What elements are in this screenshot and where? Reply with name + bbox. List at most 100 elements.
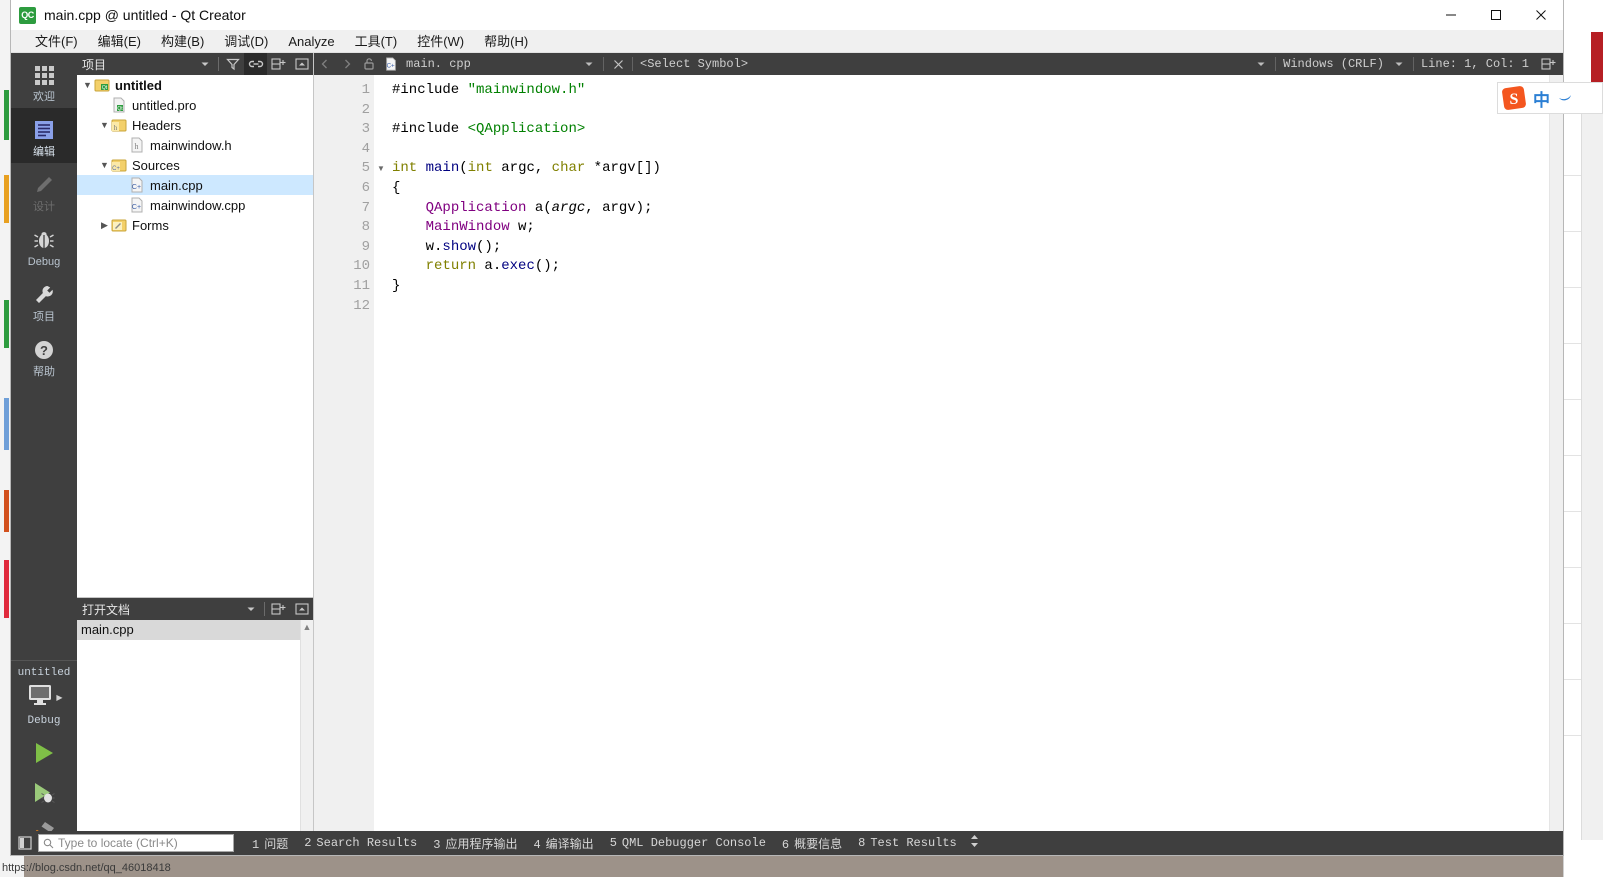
output-pane-general-messages[interactable]: 6 概要信息 bbox=[774, 835, 850, 852]
qt-pro-file-icon: Qt bbox=[111, 97, 127, 113]
menu-window[interactable]: 控件(W) bbox=[407, 30, 474, 53]
mode-button-design[interactable]: 设计 bbox=[11, 163, 77, 218]
sidebar-toggle-icon[interactable] bbox=[11, 831, 38, 855]
run-button[interactable] bbox=[11, 735, 77, 775]
pane-label: Test Results bbox=[870, 836, 957, 850]
minimize-icon[interactable] bbox=[1428, 0, 1473, 30]
line-number: 1 bbox=[361, 82, 370, 98]
tree-label: Forms bbox=[132, 217, 169, 233]
split-plus-icon[interactable] bbox=[1537, 53, 1559, 75]
link-icon[interactable] bbox=[244, 53, 267, 75]
tree-row-main-cpp[interactable]: C+ main.cpp bbox=[77, 175, 313, 195]
mode-button-debug[interactable]: Debug bbox=[11, 218, 77, 273]
code-token: show bbox=[442, 238, 477, 255]
output-pane-problems[interactable]: 1 问题 bbox=[244, 835, 296, 852]
tree-row[interactable]: ▶ Forms bbox=[77, 215, 313, 235]
menu-debug[interactable]: 调试(D) bbox=[214, 30, 278, 53]
qt-creator-logo-icon: QC bbox=[19, 6, 36, 24]
line-number: 11 bbox=[353, 277, 370, 294]
chevron-down-icon[interactable]: ▼ bbox=[98, 160, 111, 170]
chevron-down-icon[interactable] bbox=[239, 598, 262, 620]
project-tree[interactable]: ▼ Qt untitled Qt untitled.pro ▼ h Header… bbox=[77, 75, 313, 597]
open-documents-items: main.cpp bbox=[77, 620, 300, 855]
menu-analyze[interactable]: Analyze bbox=[278, 30, 344, 53]
output-pane-qml-debugger-console[interactable]: 5 QML Debugger Console bbox=[602, 836, 774, 850]
locator-input[interactable]: Type to locate (Ctrl+K) bbox=[38, 834, 234, 852]
funnel-icon[interactable] bbox=[221, 53, 244, 75]
split-plus-icon[interactable] bbox=[267, 53, 290, 75]
svg-text:Qt: Qt bbox=[102, 85, 108, 91]
watermark-text: https://blog.csdn.net/qq_46018418 bbox=[2, 862, 171, 874]
tree-row[interactable]: ▼ h Headers bbox=[77, 115, 313, 135]
mode-button-edit[interactable]: 编辑 bbox=[11, 108, 77, 163]
code-line: MainWindow w; bbox=[392, 218, 1563, 238]
mode-selector-bar: 欢迎 编辑 设计 Debug 项目 ? 帮助 untitled ▶ Debug bbox=[11, 53, 77, 855]
maximize-icon[interactable] bbox=[1473, 0, 1518, 30]
app-body: 欢迎 编辑 设计 Debug 项目 ? 帮助 untitled ▶ Debug … bbox=[11, 53, 1563, 855]
minimize-panel-icon[interactable] bbox=[290, 598, 313, 620]
menu-file[interactable]: 文件(F) bbox=[25, 30, 88, 53]
pencil-icon bbox=[31, 172, 57, 198]
chevron-up-icon[interactable]: ▲ bbox=[301, 620, 313, 633]
search-icon bbox=[43, 838, 54, 849]
list-item[interactable]: main.cpp bbox=[77, 620, 300, 640]
output-pane-search-results[interactable]: 2 Search Results bbox=[296, 836, 425, 850]
menu-build[interactable]: 构建(B) bbox=[151, 30, 214, 53]
code-editor[interactable]: 1 2 3 4 5 6 7 8 9 10 11 12 ▼ #include "mainwindow.h… bbox=[314, 75, 1563, 855]
tree-label: mainwindow.cpp bbox=[150, 197, 246, 213]
unlocked-padlock-icon[interactable] bbox=[358, 53, 380, 75]
fold-slot bbox=[374, 257, 388, 277]
output-pane-application-output[interactable]: 3 应用程序输出 bbox=[425, 835, 525, 852]
line-number: 8 bbox=[361, 219, 370, 236]
tree-row[interactable]: Qt untitled.pro bbox=[77, 95, 313, 115]
editor-file-selector[interactable]: C+ main. cpp bbox=[380, 53, 578, 75]
minimize-panel-icon[interactable] bbox=[290, 53, 313, 75]
tree-row[interactable]: ▼ C+ Sources bbox=[77, 155, 313, 175]
chevron-right-icon[interactable] bbox=[336, 53, 358, 75]
ime-mode-label[interactable]: 中 bbox=[1533, 86, 1550, 111]
code-text[interactable]: #include "mainwindow.h" #include <QAppli… bbox=[388, 75, 1563, 855]
tree-row[interactable]: ▼ Qt untitled bbox=[77, 75, 313, 95]
fold-column[interactable]: ▼ bbox=[374, 75, 388, 855]
split-plus-icon[interactable] bbox=[267, 598, 290, 620]
symbol-selector[interactable]: <Select Symbol> bbox=[636, 57, 1250, 71]
tree-row[interactable]: h mainwindow.h bbox=[77, 135, 313, 155]
pane-number: 2 bbox=[304, 836, 312, 850]
up-down-arrows-icon[interactable] bbox=[969, 833, 980, 853]
desktop-monitor-icon bbox=[25, 682, 55, 713]
kit-selector[interactable]: untitled ▶ Debug bbox=[11, 660, 77, 727]
crescent-icon[interactable] bbox=[1556, 87, 1574, 110]
mode-button-help[interactable]: ? 帮助 bbox=[11, 328, 77, 383]
chevron-down-icon[interactable] bbox=[1388, 53, 1410, 75]
open-documents-scrollbar[interactable]: ▲ bbox=[300, 620, 313, 855]
menu-edit[interactable]: 编辑(E) bbox=[88, 30, 151, 53]
chevron-down-icon[interactable]: ▼ bbox=[98, 120, 111, 130]
chevron-down-icon[interactable]: ▼ bbox=[81, 80, 94, 90]
mode-label-edit: 编辑 bbox=[33, 146, 55, 158]
background-right-scrollbar[interactable]: ▲ bbox=[1581, 100, 1603, 840]
project-panel-title: 项目 bbox=[82, 57, 107, 72]
close-icon[interactable] bbox=[1518, 0, 1563, 30]
output-pane-test-results[interactable]: 8 Test Results bbox=[850, 836, 965, 850]
chevron-left-icon[interactable] bbox=[314, 53, 336, 75]
line-ending-selector[interactable]: Windows (CRLF) bbox=[1279, 57, 1388, 71]
editor-vertical-scrollbar[interactable] bbox=[1549, 75, 1563, 855]
pane-label: Search Results bbox=[316, 836, 418, 850]
sogou-ime-widget[interactable]: S 中 bbox=[1497, 82, 1603, 114]
menu-tools[interactable]: 工具(T) bbox=[345, 30, 408, 53]
chevron-right-icon[interactable]: ▶ bbox=[98, 220, 111, 231]
mode-button-projects[interactable]: 项目 bbox=[11, 273, 77, 328]
chevron-down-icon[interactable] bbox=[578, 53, 600, 75]
tree-row[interactable]: C+ mainwindow.cpp bbox=[77, 195, 313, 215]
debug-button[interactable] bbox=[11, 775, 77, 815]
close-x-icon[interactable] bbox=[607, 53, 629, 75]
chevron-down-icon[interactable] bbox=[193, 53, 216, 75]
code-token: } bbox=[392, 277, 401, 294]
menu-help[interactable]: 帮助(H) bbox=[474, 30, 538, 53]
triangle-down-icon[interactable]: ▼ bbox=[374, 159, 388, 179]
output-pane-compile-output[interactable]: 4 编译输出 bbox=[525, 835, 601, 852]
mode-button-welcome[interactable]: 欢迎 bbox=[11, 53, 77, 108]
chevron-down-icon[interactable] bbox=[1250, 53, 1272, 75]
open-documents-list[interactable]: main.cpp ▲ bbox=[77, 620, 313, 855]
